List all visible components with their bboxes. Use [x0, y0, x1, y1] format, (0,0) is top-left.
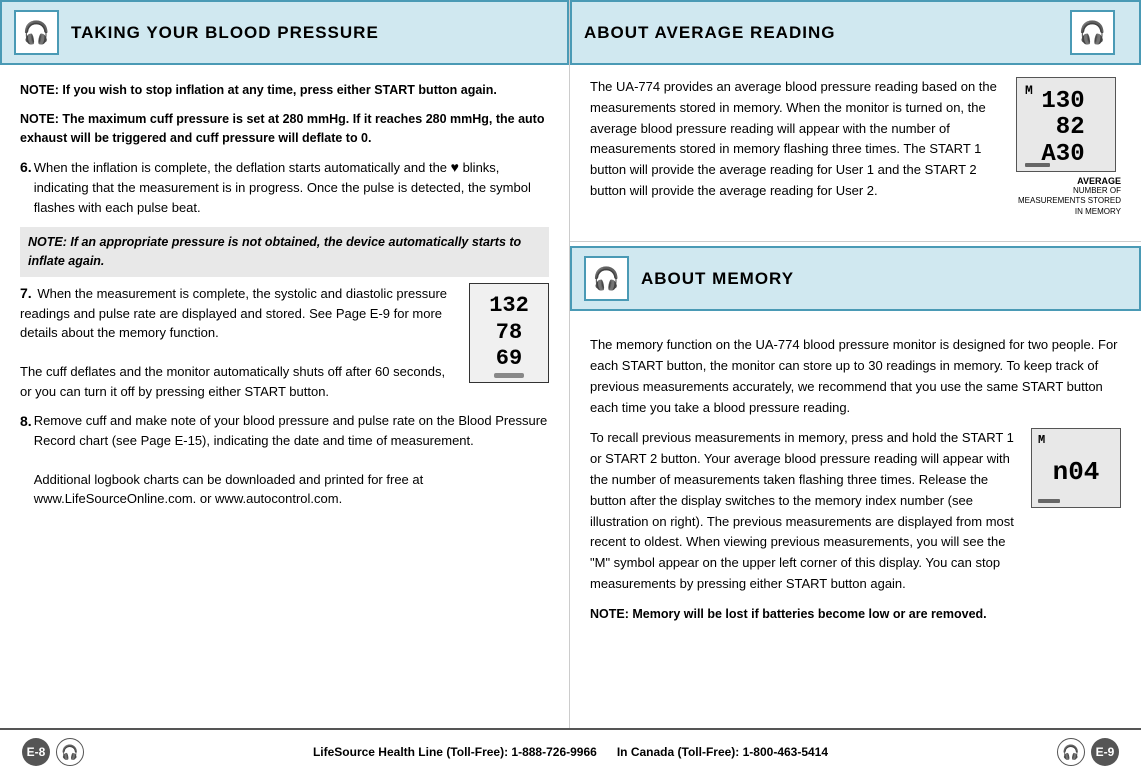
page-left-num: E-8 [27, 745, 46, 759]
recall-text: To recall previous measurements in memor… [590, 428, 1031, 594]
avg-device-m: M [1025, 83, 1033, 98]
recall-device-battery [1038, 499, 1060, 503]
avg-device-nums: 130 82 A30 [1041, 89, 1090, 168]
step7: 7. When the measurement is complete, the… [20, 283, 549, 402]
avg-device-battery [1025, 163, 1050, 167]
step8-num: 8. [20, 411, 32, 509]
memory-section-header: 🎧 ABOUT MEMORY [570, 246, 1141, 311]
num-label: NUMBER OF MEASUREMENTS STORED IN MEMORY [1011, 186, 1121, 217]
step6-note: NOTE: If an appropriate pressure is not … [20, 227, 549, 277]
step6-text: When the inflation is complete, the defl… [34, 157, 549, 217]
page-right-circle: E-9 [1091, 738, 1119, 766]
right-header-icon: 🎧 [1070, 10, 1115, 55]
memory-content: The memory function on the UA-774 blood … [570, 323, 1141, 633]
avg-reading-block: The UA-774 provides an average blood pre… [590, 77, 1121, 217]
right-panel: ABOUT AVERAGE READING 🎧 The UA-774 provi… [570, 0, 1141, 728]
device-display-left: 132 78 69 [469, 283, 549, 383]
avg-content: The UA-774 provides an average blood pre… [570, 65, 1141, 242]
footer-right-icon: 🎧 [1057, 738, 1085, 766]
left-section-title: TAKING YOUR BLOOD PRESSURE [71, 23, 379, 43]
recall-device-num: n04 [1053, 457, 1100, 487]
avg-section-header: ABOUT AVERAGE READING 🎧 [570, 0, 1141, 65]
step7-num: 7. [20, 285, 32, 301]
step8-text: Remove cuff and make note of your blood … [34, 411, 549, 509]
left-section-header: 🎧 TAKING YOUR BLOOD PRESSURE [0, 0, 569, 65]
footer: E-8 🎧 LifeSource Health Line (Toll-Free)… [0, 728, 1141, 774]
left-header-icon: 🎧 [14, 10, 59, 55]
note2: NOTE: The maximum cuff pressure is set a… [20, 110, 549, 148]
headphone-icon-memory: 🎧 [593, 266, 620, 292]
footer-right: 🎧 E-9 [1057, 738, 1125, 766]
headphone-icon-left: 🎧 [23, 20, 50, 46]
recall-device-m: M [1038, 433, 1045, 447]
memory-text1: The memory function on the UA-774 blood … [590, 335, 1121, 418]
recall-block: To recall previous measurements in memor… [590, 428, 1121, 594]
footer-left-icon: 🎧 [56, 738, 84, 766]
memory-header-icon: 🎧 [584, 256, 629, 301]
avg-label: AVERAGE [1011, 176, 1121, 186]
note-memory: NOTE: Memory will be lost if batteries b… [590, 605, 1121, 624]
heart-icon: ♥ [451, 159, 459, 175]
footer-left: E-8 🎧 [16, 738, 84, 766]
device-battery [494, 373, 524, 378]
device-screen-top: 132 78 69 [489, 293, 529, 372]
avg-reading-text: The UA-774 provides an average blood pre… [590, 77, 1011, 202]
left-panel: 🎧 TAKING YOUR BLOOD PRESSURE NOTE: If yo… [0, 0, 570, 728]
note1: NOTE: If you wish to stop inflation at a… [20, 81, 549, 100]
avg-device-display: M 130 82 A30 [1016, 77, 1116, 172]
headphone-icon-right: 🎧 [1079, 20, 1106, 46]
avg-device-block: M 130 82 A30 AVERAGE NUMBER OF MEASUREME… [1011, 77, 1121, 217]
step7-line1: When the measurement is complete, the sy… [20, 286, 447, 341]
footer-center: LifeSource Health Line (Toll-Free): 1-88… [313, 745, 828, 759]
memory-section-title: ABOUT MEMORY [641, 269, 794, 289]
step6: 6. When the inflation is complete, the d… [20, 157, 549, 217]
recall-device-display: M n04 [1031, 428, 1121, 508]
avg-section-title: ABOUT AVERAGE READING [584, 23, 1070, 43]
lifesource-label: LifeSource Health Line (Toll-Free): 1-88… [313, 745, 597, 759]
left-content-area: NOTE: If you wish to stop inflation at a… [0, 65, 569, 529]
step8: 8. Remove cuff and make note of your blo… [20, 411, 549, 509]
canada-label: In Canada (Toll-Free): 1-800-463-5414 [617, 745, 828, 759]
step6-num: 6. [20, 157, 32, 217]
step7-text: 7. When the measurement is complete, the… [20, 283, 457, 402]
page-left-circle: E-8 [22, 738, 50, 766]
step7-line2: The cuff deflates and the monitor automa… [20, 364, 445, 399]
avg-device-labels: AVERAGE NUMBER OF MEASUREMENTS STORED IN… [1011, 176, 1121, 217]
page-right-num: E-9 [1096, 745, 1115, 759]
